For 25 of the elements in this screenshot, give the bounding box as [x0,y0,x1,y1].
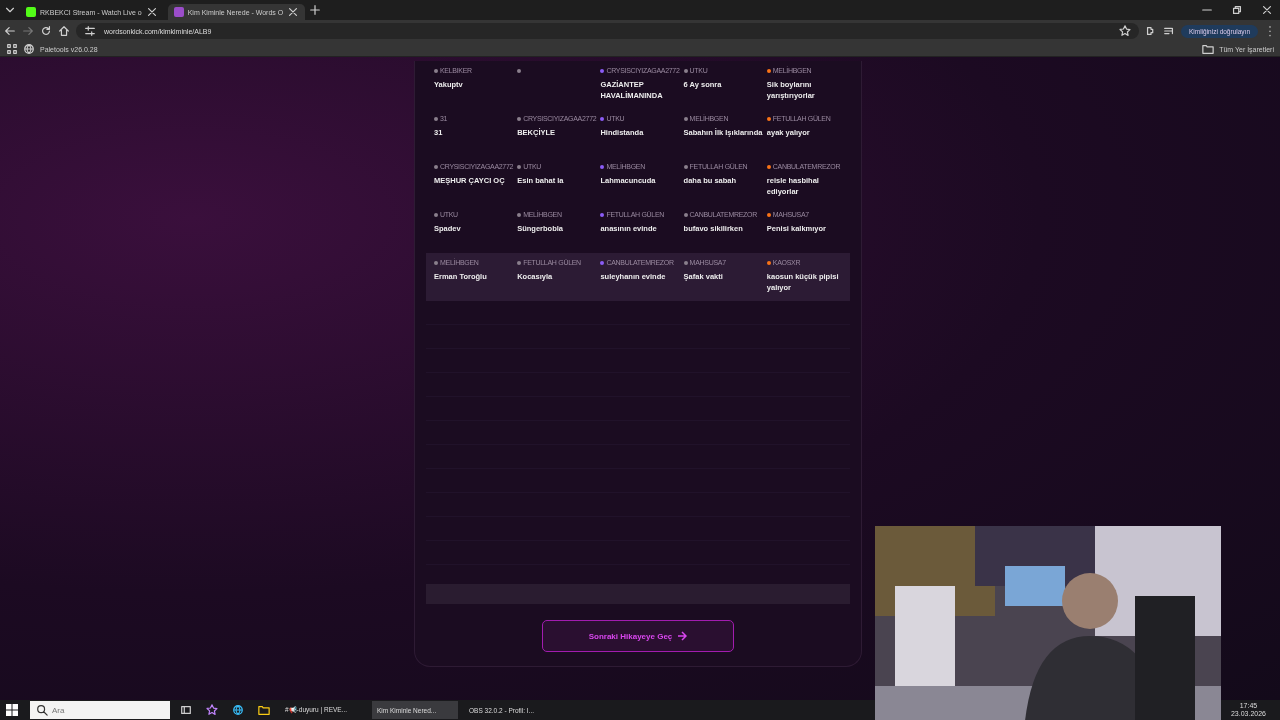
search-field[interactable]: Ara [30,701,170,719]
arrow-right-icon [677,631,688,641]
close-icon[interactable] [145,6,158,18]
globe-icon[interactable] [232,704,244,716]
folder-icon [1202,43,1215,55]
forward-icon[interactable] [22,25,34,37]
restore-icon[interactable] [1231,4,1243,16]
folder-icon[interactable] [258,704,270,716]
reload-icon[interactable] [40,25,52,37]
home-icon[interactable] [58,25,70,37]
start-icon[interactable] [6,704,18,716]
new-tab-icon[interactable] [309,4,322,16]
site-logo-icon [26,7,36,17]
apps-icon[interactable] [6,43,18,55]
search-icon [36,704,48,716]
tune-icon[interactable] [84,25,96,37]
back-icon[interactable] [4,25,16,37]
close-icon[interactable] [287,6,300,18]
next-story-button[interactable]: Sonraki Hikayeye Geç [542,620,734,652]
media-icon[interactable] [1162,25,1175,37]
star-icon[interactable] [1118,25,1131,37]
task-view-icon[interactable] [180,704,192,716]
close-icon[interactable] [1261,4,1273,16]
globe-icon [23,43,35,55]
site-logo-icon [173,7,184,17]
